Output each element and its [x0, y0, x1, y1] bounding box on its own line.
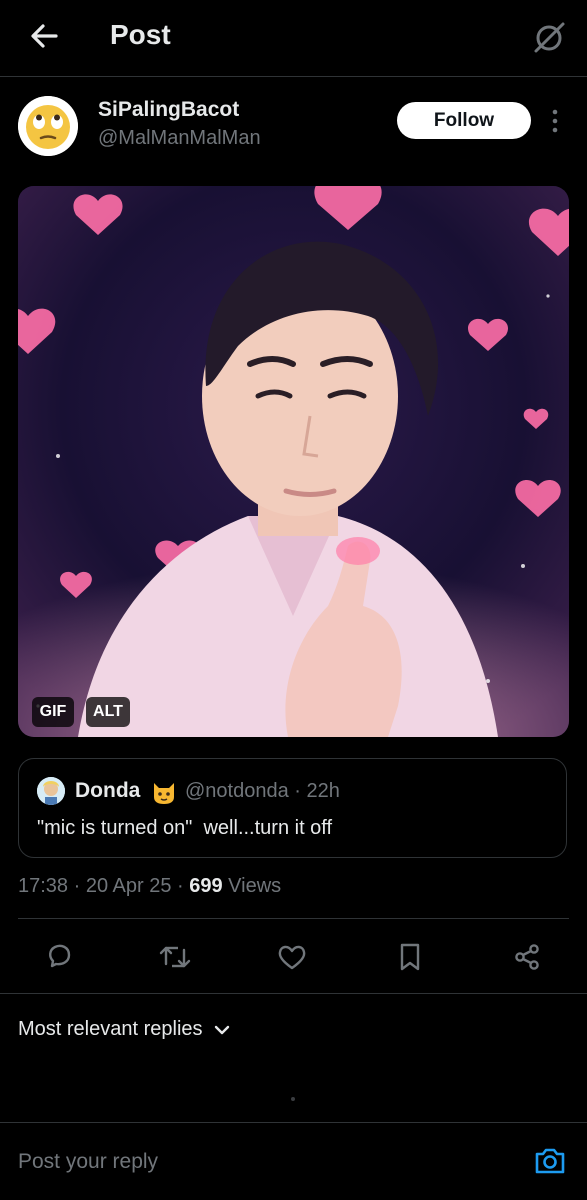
bookmark-icon: [400, 943, 420, 971]
divider: [0, 993, 587, 994]
eye-roll-emoji-icon: [18, 96, 78, 156]
chevron-down-icon: [214, 1025, 229, 1034]
page-title: Post: [110, 19, 171, 50]
views-count[interactable]: 699: [189, 875, 222, 897]
author-handle[interactable]: @MalManMalMan: [98, 127, 261, 150]
divider: [0, 1122, 587, 1123]
share-button[interactable]: [510, 940, 544, 974]
gif-image: [18, 186, 569, 737]
like-button[interactable]: [275, 940, 309, 974]
views-label: Views: [222, 875, 282, 897]
quoted-post[interactable]: Donda @notdonda · 22h "mic is turned on"…: [18, 758, 567, 858]
like-icon: [278, 945, 306, 970]
reply-icon: [49, 944, 71, 968]
grok-icon[interactable]: [530, 18, 568, 56]
author-name[interactable]: SiPalingBacot: [98, 98, 239, 122]
quoted-author-name: Donda: [75, 779, 141, 802]
back-arrow-icon[interactable]: [26, 18, 62, 54]
post-media-gif[interactable]: [18, 186, 569, 737]
author-avatar[interactable]: [18, 96, 78, 156]
reply-input[interactable]: Post your reply: [18, 1150, 158, 1174]
follow-button[interactable]: Follow: [397, 102, 531, 139]
top-bar: Post: [0, 0, 587, 77]
alt-badge[interactable]: ALT: [86, 697, 130, 727]
bookmark-button[interactable]: [393, 940, 427, 974]
quoted-handle-time: @notdonda · 22h: [185, 780, 340, 802]
share-icon: [515, 944, 539, 970]
camera-icon[interactable]: [533, 1144, 567, 1178]
repost-icon: [159, 946, 191, 968]
post-timestamp: 17:38 · 20 Apr 25 ·: [18, 875, 190, 897]
replies-sort-dropdown[interactable]: Most relevant replies: [18, 1018, 231, 1041]
reply-button[interactable]: [42, 940, 76, 974]
repost-button[interactable]: [158, 940, 192, 974]
replies-sort-label: Most relevant replies: [18, 1018, 203, 1040]
loading-indicator: [291, 1097, 295, 1101]
more-options-icon[interactable]: [545, 108, 565, 134]
quoted-text: "mic is turned on" well...turn it off: [37, 817, 333, 839]
divider: [18, 918, 569, 919]
cat-emoji-icon: [154, 783, 174, 804]
post-meta: 17:38 · 20 Apr 25 · 699 Views: [18, 875, 281, 898]
gif-badge[interactable]: GIF: [32, 697, 74, 727]
quoted-avatar: [37, 777, 65, 805]
